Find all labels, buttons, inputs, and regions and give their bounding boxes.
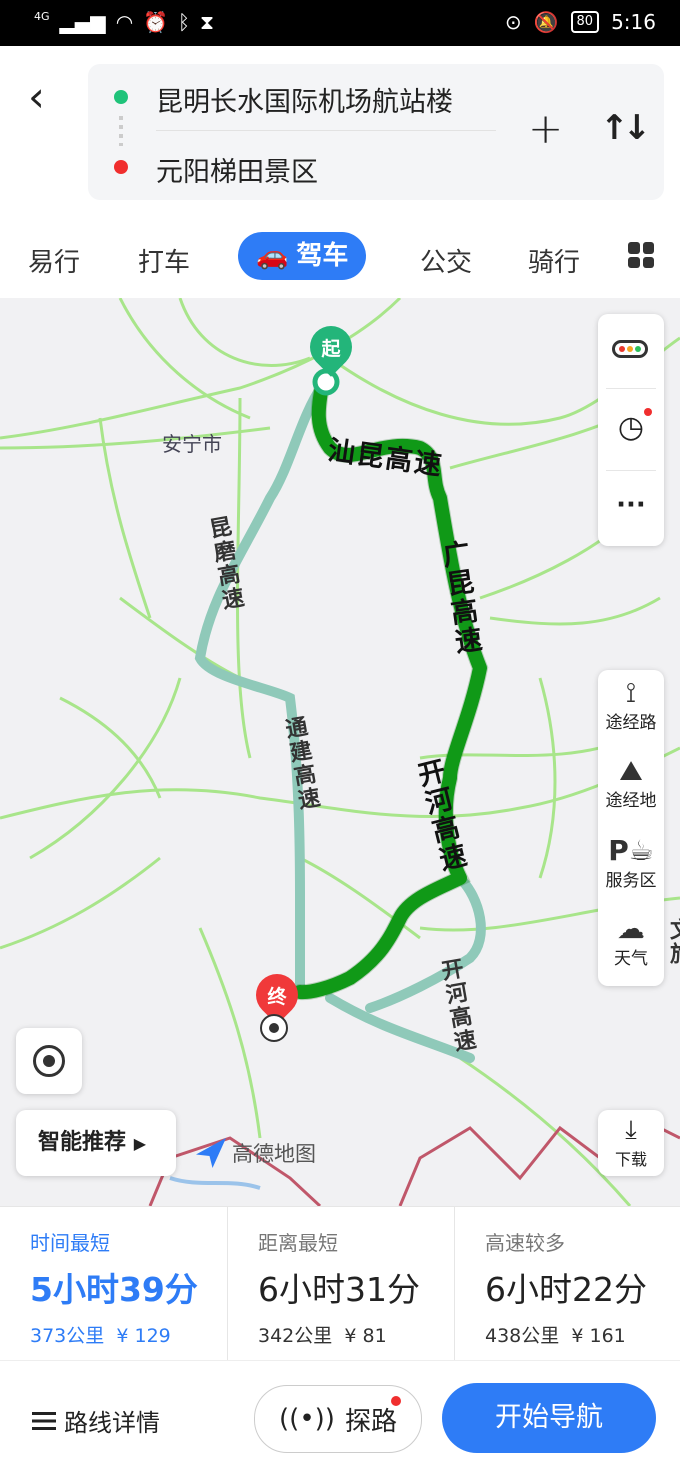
signal-icon: ▂▄▆ bbox=[59, 10, 106, 34]
edge-label: 文旅 bbox=[666, 918, 680, 966]
more-modes-grid-icon[interactable] bbox=[628, 242, 654, 268]
explore-button[interactable]: ((•)) 探路 bbox=[254, 1385, 422, 1453]
weather-label: 天气 bbox=[614, 949, 648, 969]
tab-drive[interactable]: 🚗 驾车 bbox=[238, 232, 367, 280]
main-route-outline bbox=[292, 378, 489, 1001]
tab-taxi[interactable]: 打车 bbox=[138, 242, 190, 279]
route-tag: 时间最短 bbox=[30, 1231, 110, 1255]
battery-indicator: 80 bbox=[570, 11, 600, 33]
list-icon bbox=[32, 1411, 56, 1430]
download-icon: ⤓ bbox=[625, 1115, 637, 1145]
route-tools-panel: ⟟ 途经路 ⛰ 途经地 P☕ 服务区 ☁ 天气 bbox=[598, 670, 664, 986]
map-tools-panel: ◷ ··· bbox=[598, 314, 664, 546]
city-label: 安宁市 bbox=[162, 432, 222, 456]
download-button[interactable]: ⤓ 下载 bbox=[598, 1110, 664, 1176]
route-meta: 373公里 ¥ 129 bbox=[30, 1321, 171, 1348]
tab-bike[interactable]: 骑行 bbox=[528, 242, 580, 279]
divider bbox=[606, 470, 656, 471]
map-pin-icon: ⛰ bbox=[619, 754, 643, 787]
waypoint-place-label: 途经地 bbox=[605, 791, 657, 811]
waypoint-road-label: 途经路 bbox=[605, 713, 657, 733]
waypoint-road-button[interactable]: ⟟ 途经路 bbox=[598, 676, 664, 734]
explore-label: 探路 bbox=[344, 1406, 397, 1437]
car-icon: 🚗 bbox=[256, 241, 289, 271]
route-icon: ⟟ bbox=[625, 676, 637, 709]
route-time: 6小时22分 bbox=[485, 1270, 647, 1309]
add-waypoint-icon[interactable]: + bbox=[528, 104, 563, 153]
status-bar: 4G ▂▄▆ ◠ ⏰ ᛒ ⧗ ⊙ 🔕 80 5:16 bbox=[0, 0, 680, 46]
route-toll: ¥ 161 bbox=[571, 1325, 626, 1347]
route-details-button[interactable]: 路线详情 bbox=[32, 1403, 160, 1438]
smart-recommend-button[interactable]: 智能推荐 ▶ bbox=[16, 1110, 176, 1176]
destination-dot-icon bbox=[114, 160, 128, 174]
route-time: 5小时39分 bbox=[30, 1270, 198, 1309]
hourglass-icon: ⧗ bbox=[200, 10, 215, 34]
download-label: 下载 bbox=[614, 1150, 647, 1169]
transport-tabs: 易行 打车 🚗 驾车 公交 骑行 bbox=[0, 212, 680, 298]
destination-marker bbox=[260, 1014, 288, 1042]
locate-button[interactable] bbox=[16, 1028, 82, 1094]
logo-text: 高德地图 bbox=[232, 1142, 316, 1166]
wifi-icon: ◠ bbox=[115, 10, 134, 34]
weather-button[interactable]: ☁ 天气 bbox=[598, 912, 664, 970]
route-details-label: 路线详情 bbox=[64, 1409, 160, 1437]
service-area-icon: P☕ bbox=[608, 834, 654, 867]
waypoint-place-button[interactable]: ⛰ 途经地 bbox=[598, 754, 664, 812]
time-clock-icon[interactable]: ◷ bbox=[598, 408, 664, 445]
start-pin-label: 起 bbox=[321, 337, 341, 360]
route-toll: ¥ 129 bbox=[116, 1325, 171, 1347]
notification-dot bbox=[391, 1396, 401, 1406]
cloud-icon: ☁ bbox=[617, 912, 645, 945]
tab-drive-label: 驾车 bbox=[296, 241, 349, 271]
amap-logo-icon bbox=[196, 1138, 226, 1168]
tab-easy[interactable]: 易行 bbox=[28, 242, 80, 279]
bottom-bar: 路线详情 ((•)) 探路 开始导航 bbox=[0, 1360, 680, 1475]
broadcast-icon: ((•)) bbox=[279, 1404, 335, 1434]
alarm-icon: ⏰ bbox=[143, 10, 169, 34]
destination-field[interactable]: 元阳梯田景区 bbox=[156, 150, 318, 189]
map-view[interactable]: 安宁市 汕昆高速 广昆高速 开河高速 昆磨高速 通建高速 开河高速 文旅 起 终… bbox=[0, 298, 680, 1206]
back-arrow-icon[interactable]: ‹ bbox=[28, 76, 45, 118]
divider bbox=[156, 130, 496, 131]
route-distance: 438公里 bbox=[485, 1325, 560, 1347]
route-distance: 373公里 bbox=[30, 1325, 105, 1347]
tab-bus[interactable]: 公交 bbox=[420, 242, 472, 279]
mute-icon: 🔕 bbox=[533, 10, 559, 34]
start-navigation-button[interactable]: 开始导航 bbox=[442, 1383, 656, 1453]
route-header: ‹ 昆明长水国际机场航站楼 元阳梯田景区 + ↑↓ bbox=[0, 46, 680, 212]
location-icon: ⊙ bbox=[504, 10, 522, 34]
origin-dot-icon bbox=[114, 90, 128, 104]
route-tag: 距离最短 bbox=[258, 1231, 338, 1255]
route-options: 时间最短 5小时39分 373公里 ¥ 129 距离最短 6小时31分 342公… bbox=[0, 1206, 680, 1361]
status-time: 5:16 bbox=[611, 10, 656, 34]
more-icon[interactable]: ··· bbox=[598, 490, 664, 520]
traffic-light-icon[interactable] bbox=[612, 340, 648, 358]
smart-recommend-label: 智能推荐 bbox=[38, 1130, 127, 1155]
route-meta: 342公里 ¥ 81 bbox=[258, 1321, 387, 1348]
route-time: 6小时31分 bbox=[258, 1270, 420, 1309]
route-option-fastest[interactable]: 时间最短 5小时39分 373公里 ¥ 129 bbox=[0, 1207, 227, 1361]
locate-icon bbox=[33, 1045, 65, 1077]
route-option-highway[interactable]: 高速较多 6小时22分 438公里 ¥ 161 bbox=[454, 1207, 680, 1361]
route-tag: 高速较多 bbox=[485, 1231, 565, 1255]
route-meta: 438公里 ¥ 161 bbox=[485, 1321, 626, 1348]
divider bbox=[606, 388, 656, 389]
end-pin-label: 终 bbox=[267, 985, 287, 1008]
chevron-right-icon: ▶ bbox=[133, 1134, 146, 1153]
river bbox=[169, 1176, 261, 1190]
network-type: 4G bbox=[34, 9, 50, 23]
service-area-label: 服务区 bbox=[605, 871, 657, 891]
service-area-button[interactable]: P☕ 服务区 bbox=[598, 834, 664, 892]
route-input-box: 昆明长水国际机场航站楼 元阳梯田景区 + ↑↓ bbox=[88, 64, 664, 200]
swap-icon[interactable]: ↑↓ bbox=[600, 108, 651, 148]
route-distance: 342公里 bbox=[258, 1325, 333, 1347]
main-route[interactable] bbox=[293, 379, 487, 1000]
route-option-shortest[interactable]: 距离最短 6小时31分 342公里 ¥ 81 bbox=[227, 1207, 454, 1361]
route-toll: ¥ 81 bbox=[344, 1325, 387, 1347]
start-marker bbox=[312, 368, 340, 396]
bluetooth-icon: ᛒ bbox=[178, 10, 191, 34]
route-connector bbox=[119, 116, 123, 146]
origin-field[interactable]: 昆明长水国际机场航站楼 bbox=[156, 80, 453, 119]
amap-logo: 高德地图 bbox=[196, 1138, 316, 1168]
